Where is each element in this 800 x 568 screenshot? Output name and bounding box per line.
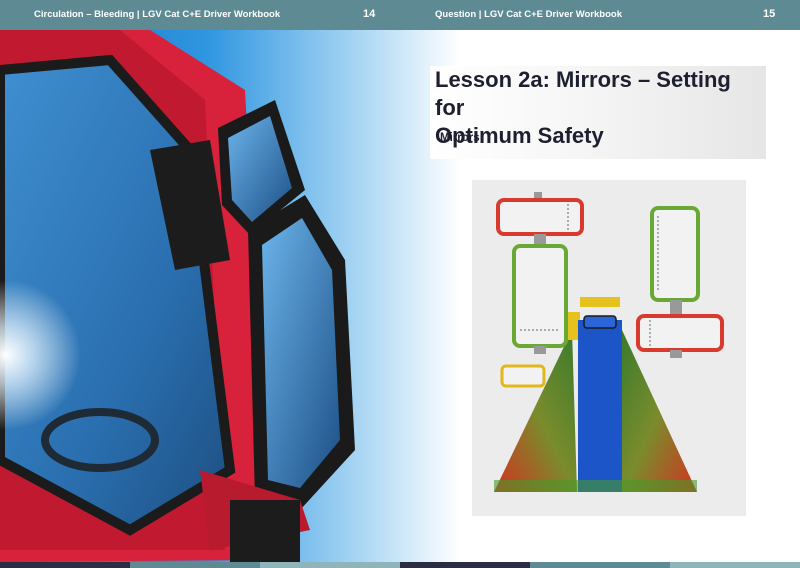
footer-segment	[530, 562, 670, 568]
left-page-number: 14	[363, 8, 376, 20]
lesson-title-line2: Optimum Safety	[435, 123, 604, 148]
mirrors-subheading: Mirrors	[440, 132, 480, 144]
truck-cab-illustration	[0, 30, 460, 562]
mirror-diagram	[472, 180, 746, 516]
truck-cab-photo	[0, 30, 460, 562]
footer-segment	[260, 562, 400, 568]
lesson-title: Lesson 2a: Mirrors – Setting for Optimum…	[435, 66, 765, 150]
right-page-header: Question | LGV Cat C+E Driver Workbook 1…	[400, 0, 800, 30]
footer-segment	[130, 562, 260, 568]
left-page-header: Circulation – Bleeding | LGV Cat C+E Dri…	[0, 0, 400, 30]
footer-segment	[0, 562, 130, 568]
lesson-title-box: Lesson 2a: Mirrors – Setting for Optimum…	[430, 66, 766, 159]
left-header-title: Circulation – Bleeding | LGV Cat C+E Dri…	[34, 9, 281, 20]
mirror-diagram-illustration	[472, 180, 746, 516]
right-header-title: Question | LGV Cat C+E Driver Workbook	[435, 9, 622, 20]
right-page-number: 15	[763, 8, 776, 20]
footer-color-strip	[0, 562, 800, 568]
footer-segment	[670, 562, 800, 568]
footer-segment	[400, 562, 530, 568]
lesson-title-line1: Lesson 2a: Mirrors – Setting for	[435, 67, 731, 120]
